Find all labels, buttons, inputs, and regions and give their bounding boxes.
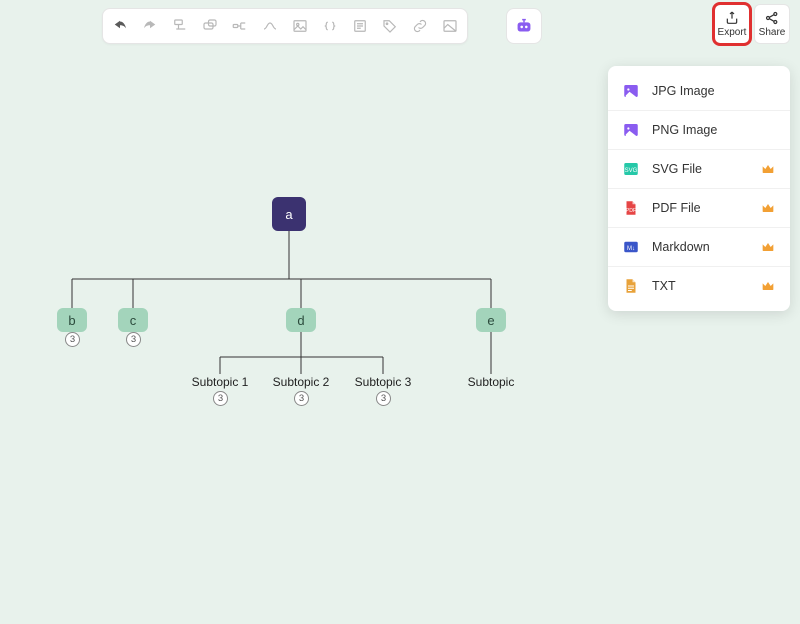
export-item-markdown[interactable]: M↓ Markdown xyxy=(608,228,790,267)
crown-icon xyxy=(760,278,776,294)
node-shape-icon[interactable] xyxy=(199,15,221,37)
child-badge-c[interactable]: 3 xyxy=(126,332,141,347)
image-icon[interactable] xyxy=(289,15,311,37)
redo-icon[interactable] xyxy=(139,15,161,37)
leaf-subtopic-2[interactable]: Subtopic 2 xyxy=(273,375,330,389)
export-button[interactable]: Export xyxy=(714,4,750,44)
path-icon[interactable] xyxy=(259,15,281,37)
export-item-label: Markdown xyxy=(652,240,760,254)
leaf-subtopic-3[interactable]: Subtopic 3 xyxy=(355,375,412,389)
leaf-badge-3[interactable]: 3 xyxy=(376,391,391,406)
share-label: Share xyxy=(759,27,786,38)
child-node-label: e xyxy=(487,313,494,328)
branch-icon[interactable] xyxy=(229,15,251,37)
crown-icon xyxy=(760,200,776,216)
root-node-label: a xyxy=(285,207,292,222)
child-node-e[interactable]: e xyxy=(476,308,506,332)
link-icon[interactable] xyxy=(409,15,431,37)
child-node-c[interactable]: c xyxy=(118,308,148,332)
crown-icon xyxy=(760,161,776,177)
leaf-badge-2[interactable]: 3 xyxy=(294,391,309,406)
share-button[interactable]: Share xyxy=(754,4,790,44)
child-node-label: c xyxy=(130,313,137,328)
note-icon[interactable] xyxy=(349,15,371,37)
gallery-icon[interactable] xyxy=(439,15,461,37)
leaf-subtopic-e1[interactable]: Subtopic xyxy=(468,375,515,389)
export-item-png-image[interactable]: PNG Image xyxy=(608,111,790,150)
export-item-label: TXT xyxy=(652,279,760,293)
robot-icon xyxy=(513,15,535,37)
export-label: Export xyxy=(718,27,747,38)
svg-file-icon: SVG xyxy=(622,160,640,178)
share-icon xyxy=(764,10,780,26)
export-item-label: JPG Image xyxy=(652,84,776,98)
format-icon[interactable] xyxy=(169,15,191,37)
image-file-icon xyxy=(622,82,640,100)
code-icon[interactable] xyxy=(319,15,341,37)
export-item-svg-file[interactable]: SVG SVG File xyxy=(608,150,790,189)
toolbar xyxy=(102,8,468,44)
svg-text:PDF: PDF xyxy=(626,208,637,214)
export-item-label: PDF File xyxy=(652,201,760,215)
export-menu: JPG Image PNG Image SVG SVG File PDF PDF File… xyxy=(608,66,790,311)
export-item-pdf-file[interactable]: PDF PDF File xyxy=(608,189,790,228)
image-file-icon xyxy=(622,121,640,139)
crown-icon xyxy=(760,239,776,255)
ai-assistant-button[interactable] xyxy=(506,8,542,44)
child-node-label: b xyxy=(68,313,75,328)
export-icon xyxy=(724,10,740,26)
export-item-txt[interactable]: TXT xyxy=(608,267,790,305)
topright-actions: Export Share xyxy=(714,4,790,44)
export-item-label: SVG File xyxy=(652,162,760,176)
child-node-d[interactable]: d xyxy=(286,308,316,332)
svg-text:SVG: SVG xyxy=(625,168,638,174)
tag-icon[interactable] xyxy=(379,15,401,37)
export-item-label: PNG Image xyxy=(652,123,776,137)
txt-file-icon xyxy=(622,277,640,295)
undo-icon[interactable] xyxy=(109,15,131,37)
pdf-file-icon: PDF xyxy=(622,199,640,217)
child-node-label: d xyxy=(297,313,304,328)
child-badge-b[interactable]: 3 xyxy=(65,332,80,347)
root-node[interactable]: a xyxy=(272,197,306,231)
svg-text:M↓: M↓ xyxy=(627,246,635,252)
leaf-subtopic-1[interactable]: Subtopic 1 xyxy=(192,375,249,389)
child-node-b[interactable]: b xyxy=(57,308,87,332)
leaf-badge-1[interactable]: 3 xyxy=(213,391,228,406)
md-file-icon: M↓ xyxy=(622,238,640,256)
export-item-jpg-image[interactable]: JPG Image xyxy=(608,72,790,111)
